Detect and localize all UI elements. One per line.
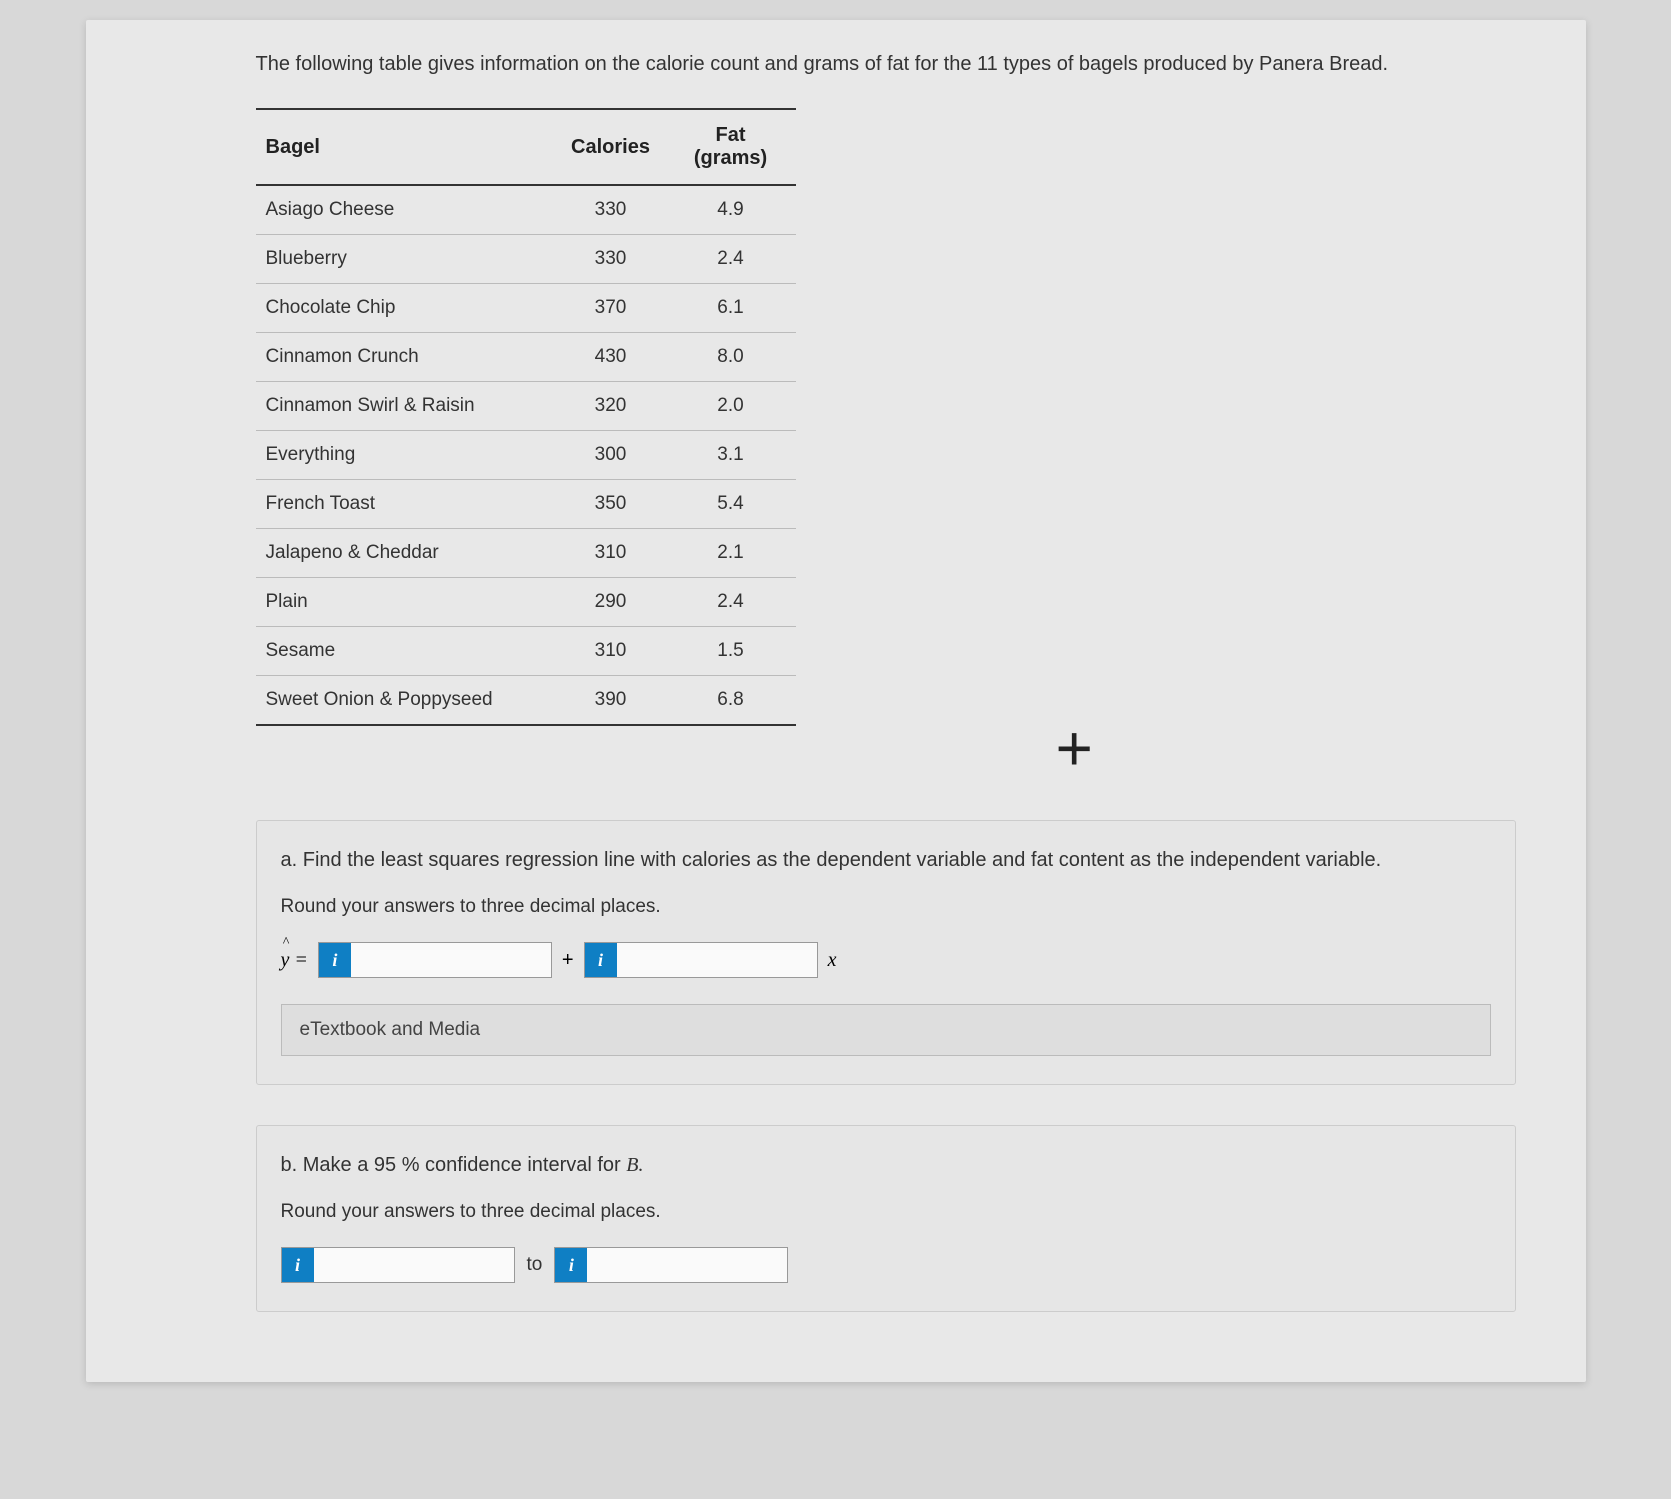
x-label: x	[828, 949, 837, 972]
col-header-bagel: Bagel	[256, 109, 556, 185]
slope-input-wrap: i	[584, 942, 818, 978]
table-row: Plain2902.4	[256, 578, 796, 627]
info-icon[interactable]: i	[555, 1248, 587, 1282]
table-row: Asiago Cheese3304.9	[256, 185, 796, 235]
cell-fat: 2.0	[676, 382, 796, 431]
bagel-data-table: Bagel Calories Fat (grams) Asiago Cheese…	[256, 108, 796, 726]
part-a-prompt: a. Find the least squares regression lin…	[281, 849, 1491, 872]
yhat-label: y =	[281, 949, 308, 972]
intercept-input[interactable]	[351, 943, 551, 977]
part-b-instruction: Round your answers to three decimal plac…	[281, 1201, 1491, 1223]
cell-fat: 5.4	[676, 480, 796, 529]
to-label: to	[527, 1254, 543, 1276]
cell-bagel-name: Chocolate Chip	[256, 284, 556, 333]
cell-bagel-name: Asiago Cheese	[256, 185, 556, 235]
cell-calories: 320	[556, 382, 676, 431]
ci-upper-input[interactable]	[587, 1248, 787, 1282]
info-icon[interactable]: i	[319, 943, 351, 977]
col-header-calories: Calories	[556, 109, 676, 185]
part-b-prompt: b. Make a 95 % confidence interval for B…	[281, 1154, 1491, 1177]
slope-input[interactable]	[617, 943, 817, 977]
cell-calories: 350	[556, 480, 676, 529]
table-row: Cinnamon Swirl & Raisin3202.0	[256, 382, 796, 431]
cell-bagel-name: French Toast	[256, 480, 556, 529]
cell-bagel-name: Sesame	[256, 627, 556, 676]
cell-calories: 310	[556, 627, 676, 676]
cell-bagel-name: Everything	[256, 431, 556, 480]
cell-fat: 2.4	[676, 578, 796, 627]
cell-fat: 6.8	[676, 676, 796, 726]
table-row: Jalapeno & Cheddar3102.1	[256, 529, 796, 578]
cell-calories: 330	[556, 235, 676, 284]
cell-calories: 370	[556, 284, 676, 333]
cell-fat: 6.1	[676, 284, 796, 333]
plus-icon: +	[1056, 716, 1093, 780]
part-a-prompt-text: Find the least squares regression line w…	[303, 849, 1381, 871]
content-area: The following table gives information on…	[86, 20, 1586, 1382]
ci-lower-input[interactable]	[314, 1248, 514, 1282]
cell-calories: 430	[556, 333, 676, 382]
cell-fat: 2.4	[676, 235, 796, 284]
cell-calories: 330	[556, 185, 676, 235]
cell-bagel-name: Jalapeno & Cheddar	[256, 529, 556, 578]
info-icon[interactable]: i	[282, 1248, 314, 1282]
table-row: Sesame3101.5	[256, 627, 796, 676]
ci-range-row: i to i	[281, 1247, 1491, 1283]
part-b-prefix: b.	[281, 1154, 298, 1176]
table-row: Everything3003.1	[256, 431, 796, 480]
cell-fat: 4.9	[676, 185, 796, 235]
intro-text: The following table gives information on…	[256, 50, 1516, 78]
col-header-fat: Fat (grams)	[676, 109, 796, 185]
cell-fat: 1.5	[676, 627, 796, 676]
cell-bagel-name: Cinnamon Crunch	[256, 333, 556, 382]
cell-bagel-name: Plain	[256, 578, 556, 627]
page-container: The following table gives information on…	[86, 20, 1586, 1382]
info-icon[interactable]: i	[585, 943, 617, 977]
table-row: Chocolate Chip3706.1	[256, 284, 796, 333]
cell-fat: 8.0	[676, 333, 796, 382]
cell-calories: 390	[556, 676, 676, 726]
cell-bagel-name: Blueberry	[256, 235, 556, 284]
plus-sign: +	[562, 949, 574, 972]
table-header-row: Bagel Calories Fat (grams)	[256, 109, 796, 185]
part-b-prompt-text: Make a 95 % confidence interval for	[303, 1154, 621, 1176]
ci-lower-input-wrap: i	[281, 1247, 515, 1283]
cell-bagel-name: Cinnamon Swirl & Raisin	[256, 382, 556, 431]
equation-row: y = i + i x	[281, 942, 1491, 978]
question-part-b: b. Make a 95 % confidence interval for B…	[256, 1125, 1516, 1312]
part-a-prefix: a.	[281, 849, 298, 871]
b-variable: B.	[626, 1154, 643, 1176]
cell-fat: 3.1	[676, 431, 796, 480]
table-row: Sweet Onion & Poppyseed3906.8	[256, 676, 796, 726]
table-row: Cinnamon Crunch4308.0	[256, 333, 796, 382]
ci-upper-input-wrap: i	[554, 1247, 788, 1283]
table-row: Blueberry3302.4	[256, 235, 796, 284]
cell-bagel-name: Sweet Onion & Poppyseed	[256, 676, 556, 726]
cell-calories: 290	[556, 578, 676, 627]
intercept-input-wrap: i	[318, 942, 552, 978]
table-row: French Toast3505.4	[256, 480, 796, 529]
part-a-instruction: Round your answers to three decimal plac…	[281, 896, 1491, 918]
cell-calories: 310	[556, 529, 676, 578]
etextbook-button[interactable]: eTextbook and Media	[281, 1004, 1491, 1056]
question-part-a: a. Find the least squares regression lin…	[256, 820, 1516, 1085]
cell-fat: 2.1	[676, 529, 796, 578]
cell-calories: 300	[556, 431, 676, 480]
